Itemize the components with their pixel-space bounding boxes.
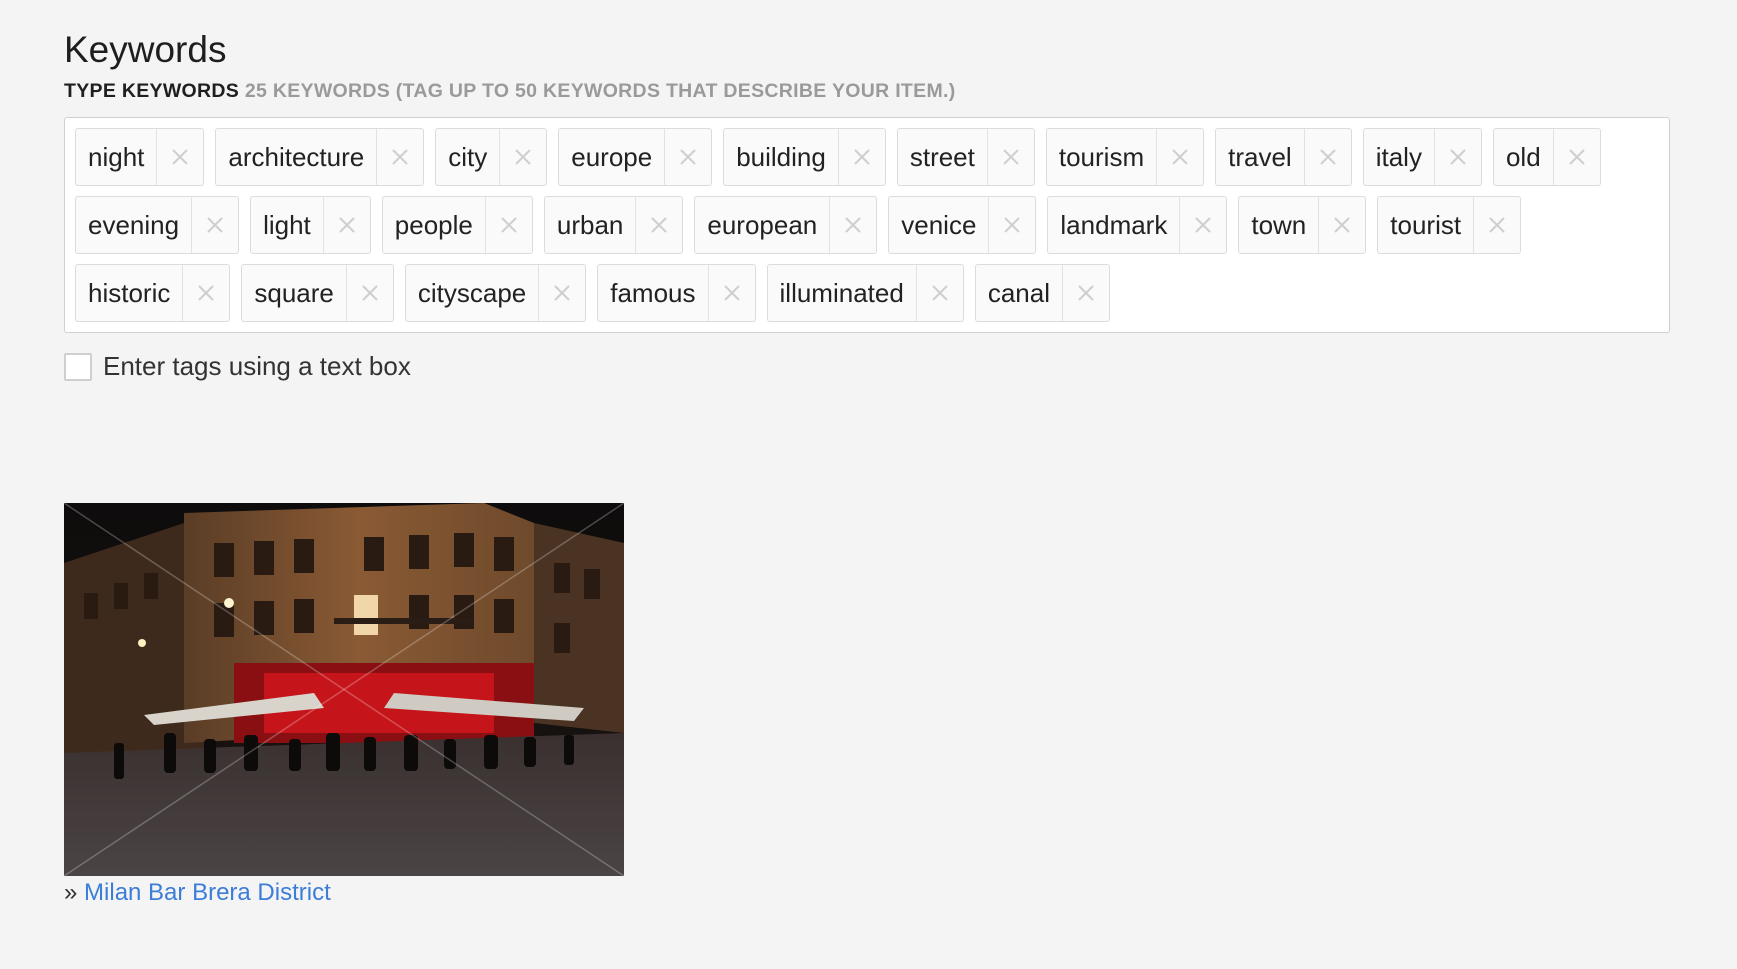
keyword-tag-label: travel — [1228, 141, 1292, 172]
caption-link[interactable]: Milan Bar Brera District — [84, 879, 331, 906]
close-icon[interactable] — [986, 129, 1034, 186]
close-icon[interactable] — [707, 265, 755, 322]
keyword-tag: night — [75, 128, 205, 187]
close-icon[interactable] — [1552, 129, 1600, 186]
keyword-tag: town — [1238, 196, 1367, 255]
keyword-tag: square — [241, 264, 394, 323]
keyword-tag: urban — [543, 196, 684, 255]
keyword-tag: tourism — [1045, 128, 1205, 187]
keyword-tag: famous — [597, 264, 756, 323]
keywords-title: Keywords — [64, 29, 227, 70]
keyword-tag-label: architecture — [228, 141, 365, 172]
keyword-tag: city — [435, 128, 548, 187]
keyword-tag-label: street — [909, 141, 975, 172]
close-icon[interactable] — [988, 197, 1035, 254]
keyword-tag-label: famous — [610, 277, 696, 308]
keyword-tag-label: people — [394, 209, 473, 240]
keyword-tag-label: square — [254, 277, 334, 308]
keyword-tag: street — [896, 128, 1035, 187]
keyword-tag-label: night — [88, 141, 145, 172]
text-box-checkbox[interactable] — [64, 352, 92, 381]
close-icon[interactable] — [499, 129, 546, 186]
preview-image[interactable] — [64, 503, 624, 876]
subtitle-info: 25 KEYWORDS (TAG UP TO 50 KEYWORDS THAT … — [244, 80, 956, 103]
close-icon[interactable] — [1179, 197, 1226, 254]
keyword-tag-label: historic — [88, 277, 171, 308]
keyword-tag: old — [1492, 128, 1601, 187]
close-icon[interactable] — [1303, 129, 1351, 186]
close-icon[interactable] — [1156, 129, 1203, 186]
close-icon[interactable] — [829, 197, 876, 254]
keyword-tag-label: canal — [987, 277, 1050, 308]
keyword-tag-label: venice — [901, 209, 977, 240]
close-icon[interactable] — [635, 197, 682, 254]
keyword-tag-label: tourist — [1390, 209, 1462, 240]
keyword-tag: tourist — [1377, 196, 1522, 255]
keywords-subtitle: TYPE KEYWORDS 25 KEYWORDS (TAG UP TO 50 … — [64, 80, 1670, 103]
caption-prefix: » — [64, 879, 78, 906]
text-box-option: Enter tags using a text box — [64, 351, 1670, 382]
keyword-tag-label: illuminated — [779, 277, 904, 308]
keyword-tag: landmark — [1047, 196, 1228, 255]
close-icon[interactable] — [538, 265, 585, 322]
keyword-tag-label: europe — [571, 141, 653, 172]
night-street-cafe-photo — [64, 503, 624, 876]
close-icon[interactable] — [1473, 197, 1520, 254]
close-icon[interactable] — [322, 197, 370, 254]
keyword-tag: europe — [558, 128, 713, 187]
subtitle-label: TYPE KEYWORDS — [64, 80, 240, 103]
keyword-tag: people — [381, 196, 533, 255]
keyword-tag-label: tourism — [1058, 141, 1145, 172]
keyword-tag-label: urban — [556, 209, 624, 240]
keyword-tag: canal — [974, 264, 1110, 323]
keyword-tag: venice — [888, 196, 1037, 255]
keyword-tag: travel — [1215, 128, 1352, 187]
close-icon[interactable] — [345, 265, 393, 322]
close-icon[interactable] — [191, 197, 238, 254]
close-icon[interactable] — [915, 265, 963, 322]
keyword-tag: illuminated — [766, 264, 964, 323]
text-box-checkbox-label[interactable]: Enter tags using a text box — [103, 351, 411, 382]
keyword-tag-label: old — [1505, 141, 1541, 172]
keywords-section: Keywords TYPE KEYWORDS 25 KEYWORDS (TAG … — [64, 28, 1670, 382]
keyword-tag: european — [694, 196, 878, 255]
keyword-tag-label: building — [736, 141, 826, 172]
close-icon[interactable] — [1318, 197, 1365, 254]
keyword-tag-label: cityscape — [417, 277, 527, 308]
close-icon[interactable] — [182, 265, 229, 322]
keyword-tag-label: light — [263, 209, 311, 240]
close-icon[interactable] — [1061, 265, 1109, 322]
keyword-tag: evening — [75, 196, 240, 255]
keyword-tag-label: evening — [88, 209, 180, 240]
close-icon[interactable] — [484, 197, 532, 254]
keyword-tag: architecture — [215, 128, 425, 187]
keyword-tag-label: city — [448, 141, 488, 172]
close-icon[interactable] — [1433, 129, 1481, 186]
keyword-tag: historic — [75, 264, 231, 323]
close-icon[interactable] — [664, 129, 711, 186]
keyword-tag: italy — [1362, 128, 1482, 187]
keyword-tag-label: landmark — [1060, 209, 1168, 240]
keyword-tag: cityscape — [404, 264, 587, 323]
keyword-tag-label: town — [1251, 209, 1307, 240]
keyword-tag: building — [723, 128, 886, 187]
tag-input-box[interactable]: night architecture city europe building stree… — [64, 117, 1670, 334]
close-icon[interactable] — [837, 129, 885, 186]
keyword-tag: light — [250, 196, 371, 255]
keyword-tag-label: italy — [1375, 141, 1422, 172]
close-icon[interactable] — [156, 129, 203, 186]
close-icon[interactable] — [376, 129, 423, 186]
preview-caption: » Milan Bar Brera District — [64, 879, 331, 907]
keyword-tag-label: european — [707, 209, 818, 240]
